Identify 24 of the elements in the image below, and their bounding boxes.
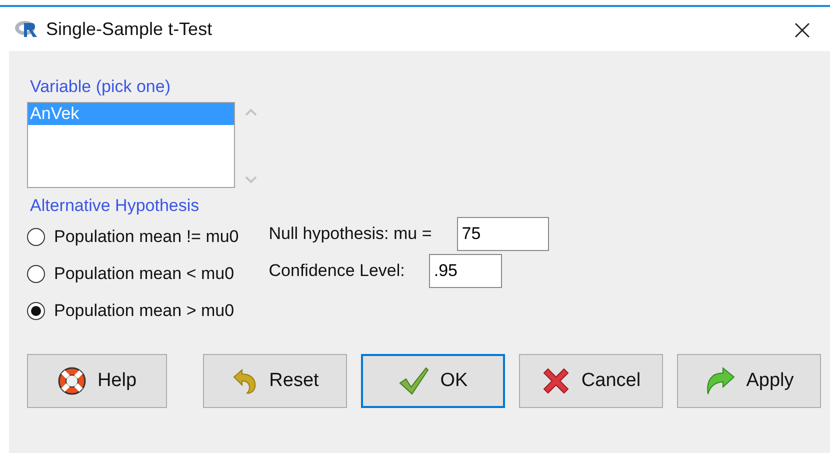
field-label: Confidence Level:: [268, 261, 405, 281]
radio-button[interactable]: [27, 265, 45, 283]
radio-label: Population mean < mu0: [54, 264, 234, 284]
apply-button[interactable]: Apply: [677, 354, 821, 408]
section-label: Variable (pick one): [30, 77, 172, 97]
input-field[interactable]: .95: [428, 254, 502, 288]
ok-button[interactable]: OK: [361, 354, 505, 408]
cross-icon: [541, 366, 572, 396]
reset-button[interactable]: Reset: [203, 354, 347, 408]
window-title: Single-Sample t-Test: [46, 18, 214, 40]
help-button[interactable]: Help: [27, 354, 167, 408]
radio-button[interactable]: [27, 228, 45, 246]
close-button[interactable]: ×: [786, 12, 818, 46]
radio-label: Population mean > mu0: [54, 301, 234, 321]
checkmark-icon: [398, 366, 430, 396]
redo-arrow-icon: [704, 366, 736, 396]
cancel-button[interactable]: Cancel: [519, 354, 663, 408]
radio-button[interactable]: [27, 302, 45, 320]
lifebuoy-icon: [57, 366, 88, 396]
radio-label: Population mean != mu0: [54, 227, 239, 247]
r-logo-icon: [14, 19, 40, 39]
section-label: Alternative Hypothesis: [30, 196, 200, 215]
field-label: Null hypothesis: mu =: [268, 224, 432, 244]
input-field[interactable]: 75: [456, 217, 549, 251]
